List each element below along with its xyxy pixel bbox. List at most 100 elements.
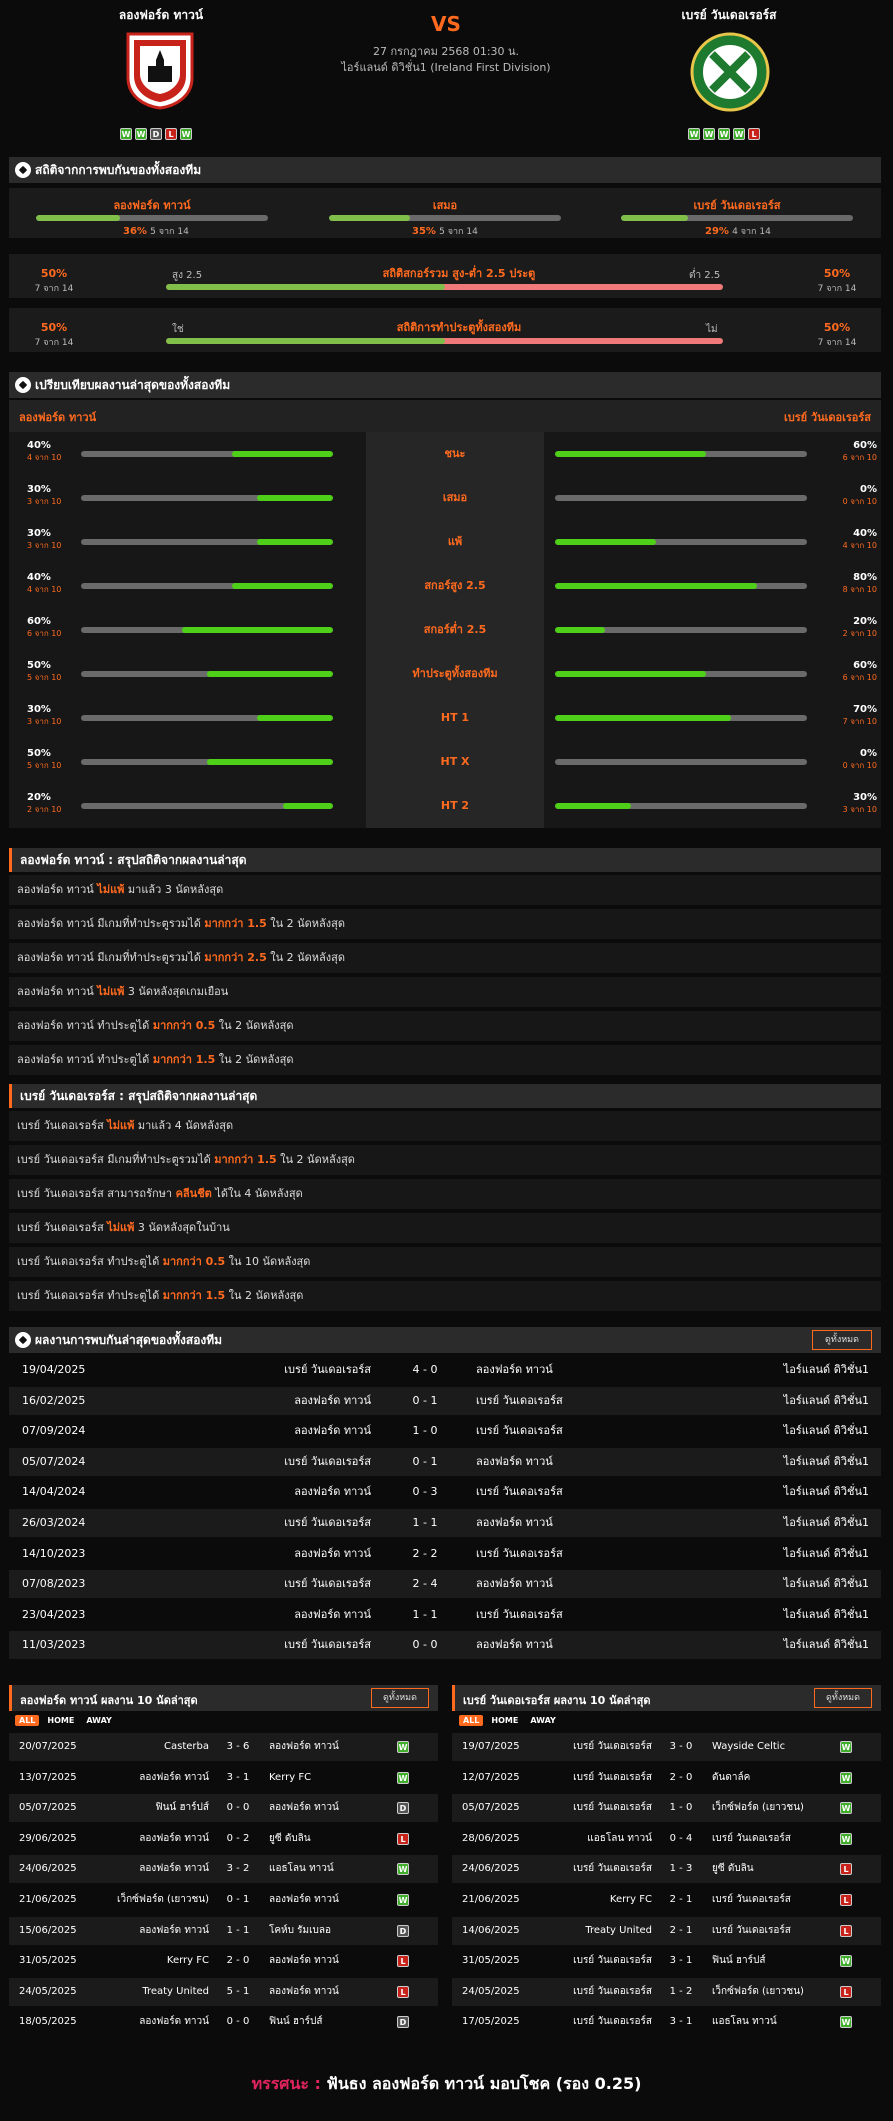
last10-away-team[interactable]: เบรย์ วันเดอเรอร์ส [712,1886,842,1914]
h2h-away-team[interactable]: เบรย์ วันเดอเรอร์ส [476,1540,676,1568]
away-last10-view-all-button[interactable]: ดูทั้งหมด [814,1688,872,1708]
league-name[interactable]: ไอร์แลนด์ ดิวิชั่น1 (Ireland First Divis… [296,58,596,76]
h2h-result-row[interactable]: 26/03/2024 เบรย์ วันเดอเรอร์ส 1 - 1 ลองฟอร์… [9,1509,881,1537]
away-team-name[interactable]: เบรย์ วันเดอเรอร์ส [629,6,829,25]
last10-away-team[interactable]: ยูซี ดับลิน [269,1825,399,1853]
last10-row[interactable]: 20/07/2025 Casterba 3 - 6 ลองฟอร์ด ทาวน์ W [9,1733,438,1761]
last10-row[interactable]: 31/05/2025 Kerry FC 2 - 0 ลองฟอร์ด ทาวน์ L [9,1947,438,1975]
last10-row[interactable]: 13/07/2025 ลองฟอร์ด ทาวน์ 3 - 1 Kerry FC W [9,1764,438,1792]
h2h-home-team[interactable]: ลองฟอร์ด ทาวน์ [184,1478,371,1506]
h2h-home-team[interactable]: เบรย์ วันเดอเรอร์ส [184,1448,371,1476]
home-tab-all[interactable]: ALL [15,1715,40,1726]
last10-home-team[interactable]: Kerry FC [79,1947,209,1975]
last10-row[interactable]: 18/05/2025 ลองฟอร์ด ทาวน์ 0 - 0 ฟินน์ ฮาร์ป… [9,2008,438,2036]
last10-away-team[interactable]: เบรย์ วันเดอเรอร์ส [712,1917,842,1945]
h2h-home-team[interactable]: เบรย์ วันเดอเรอร์ส [184,1356,371,1384]
last10-home-team[interactable]: ลองฟอร์ด ทาวน์ [79,2008,209,2036]
last10-row[interactable]: 28/06/2025 แอธโลน ทาวน์ 0 - 4 เบรย์ วันเดอเ… [452,1825,881,1853]
h2h-away-team[interactable]: ลองฟอร์ด ทาวน์ [476,1631,676,1659]
last10-home-team[interactable]: เบรย์ วันเดอเรอร์ส [522,1947,652,1975]
last10-row[interactable]: 29/06/2025 ลองฟอร์ด ทาวน์ 0 - 2 ยูซี ดับลิน… [9,1825,438,1853]
last10-row[interactable]: 21/06/2025 Kerry FC 2 - 1 เบรย์ วันเดอเรอร์… [452,1886,881,1914]
h2h-away-team[interactable]: เบรย์ วันเดอเรอร์ส [476,1601,676,1629]
last10-home-team[interactable]: เบรย์ วันเดอเรอร์ส [522,1794,652,1822]
h2h-result-row[interactable]: 19/04/2025 เบรย์ วันเดอเรอร์ส 4 - 0 ลองฟอร์… [9,1356,881,1384]
last10-home-team[interactable]: เบรย์ วันเดอเรอร์ส [522,2008,652,2036]
last10-home-team[interactable]: ลองฟอร์ด ทาวน์ [79,1855,209,1883]
h2h-home-team[interactable]: ลองฟอร์ด ทาวน์ [184,1417,371,1445]
h2h-away-team[interactable]: เบรย์ วันเดอเรอร์ส [476,1478,676,1506]
last10-home-team[interactable]: ลองฟอร์ด ทาวน์ [79,1917,209,1945]
last10-away-team[interactable]: เบรย์ วันเดอเรอร์ส [712,1825,842,1853]
h2h-view-all-button[interactable]: ดูทั้งหมด [812,1330,872,1350]
h2h-home-team[interactable]: ลองฟอร์ด ทาวน์ [184,1540,371,1568]
away-tab-all[interactable]: ALL [459,1715,484,1726]
h2h-away-team[interactable]: เบรย์ วันเดอเรอร์ส [476,1387,676,1415]
last10-row[interactable]: 24/06/2025 ลองฟอร์ด ทาวน์ 3 - 2 แอธโลน ทาวน… [9,1855,438,1884]
last10-row[interactable]: 24/06/2025 เบรย์ วันเดอเรอร์ส 1 - 3 ยูซี ดั… [452,1855,881,1884]
h2h-home-team[interactable]: ลองฟอร์ด ทาวน์ [184,1387,371,1415]
h2h-result-row[interactable]: 23/04/2023 ลองฟอร์ด ทาวน์ 1 - 1 เบรย์ วันเด… [9,1601,881,1629]
home-team-name[interactable]: ลองฟอร์ด ทาวน์ [61,6,261,25]
last10-away-team[interactable]: ลองฟอร์ด ทาวน์ [269,1794,399,1822]
last10-row[interactable]: 24/05/2025 เบรย์ วันเดอเรอร์ส 1 - 2 เว็กซ์ฟ… [452,1977,881,2006]
last10-home-team[interactable]: Kerry FC [522,1886,652,1914]
home-last10-view-all-button[interactable]: ดูทั้งหมด [371,1688,429,1708]
h2h-result-row[interactable]: 14/10/2023 ลองฟอร์ด ทาวน์ 2 - 2 เบรย์ วันเด… [9,1540,881,1568]
away-tab-away[interactable]: AWAY [526,1715,560,1726]
last10-row[interactable]: 15/06/2025 ลองฟอร์ด ทาวน์ 1 - 1 โคห์บ รัมเบ… [9,1916,438,1945]
last10-home-team[interactable]: เบรย์ วันเดอเรอร์ส [522,1764,652,1792]
last10-row[interactable]: 05/07/2025 เบรย์ วันเดอเรอร์ส 1 - 0 เว็กซ์ฟ… [452,1794,881,1823]
last10-away-team[interactable]: ฟินน์ ฮาร์ปส์ [712,1947,842,1975]
h2h-away-team[interactable]: ลองฟอร์ด ทาวน์ [476,1570,676,1598]
last10-home-team[interactable]: เบรย์ วันเดอเรอร์ส [522,1855,652,1883]
last10-row[interactable]: 31/05/2025 เบรย์ วันเดอเรอร์ส 3 - 1 ฟินน์ ฮ… [452,1947,881,1975]
h2h-result-row[interactable]: 16/02/2025 ลองฟอร์ด ทาวน์ 0 - 1 เบรย์ วันเด… [9,1386,881,1415]
last10-away-team[interactable]: ลองฟอร์ด ทาวน์ [269,1947,399,1975]
h2h-result-row[interactable]: 14/04/2024 ลองฟอร์ด ทาวน์ 0 - 3 เบรย์ วันเด… [9,1478,881,1506]
last10-home-team[interactable]: เบรย์ วันเดอเรอร์ส [522,1733,652,1761]
h2h-away-team[interactable]: ลองฟอร์ด ทาวน์ [476,1509,676,1537]
last10-away-team[interactable]: Kerry FC [269,1764,399,1792]
last10-home-team[interactable]: ลองฟอร์ด ทาวน์ [79,1764,209,1792]
last10-away-team[interactable]: Wayside Celtic [712,1733,842,1761]
last10-home-team[interactable]: ลองฟอร์ด ทาวน์ [79,1825,209,1853]
last10-away-team[interactable]: ฟินน์ ฮาร์ปส์ [269,2008,399,2036]
last10-home-team[interactable]: Treaty United [522,1917,652,1945]
last10-row[interactable]: 12/07/2025 เบรย์ วันเดอเรอร์ส 2 - 0 ดันดาล์… [452,1764,881,1792]
last10-away-team[interactable]: เว็กซ์ฟอร์ด (เยาวชน) [712,1794,842,1822]
last10-row[interactable]: 21/06/2025 เว็กซ์ฟอร์ด (เยาวชน) 0 - 1 ลองฟอ… [9,1886,438,1914]
h2h-result-row[interactable]: 11/03/2023 เบรย์ วันเดอเรอร์ส 0 - 0 ลองฟอร์… [9,1631,881,1660]
h2h-away-team[interactable]: ลองฟอร์ด ทาวน์ [476,1356,676,1384]
last10-home-team[interactable]: เว็กซ์ฟอร์ด (เยาวชน) [79,1886,209,1914]
last10-away-team[interactable]: แอธโลน ทาวน์ [269,1855,399,1883]
last10-away-team[interactable]: ดันดาล์ค [712,1764,842,1792]
h2h-home-team[interactable]: เบรย์ วันเดอเรอร์ส [184,1631,371,1659]
last10-home-team[interactable]: ฟินน์ ฮาร์ปส์ [79,1794,209,1822]
last10-home-team[interactable]: Treaty United [79,1978,209,2006]
last10-home-team[interactable]: Casterba [79,1733,209,1761]
h2h-home-team[interactable]: ลองฟอร์ด ทาวน์ [184,1601,371,1629]
h2h-result-row[interactable]: 07/09/2024 ลองฟอร์ด ทาวน์ 1 - 0 เบรย์ วันเด… [9,1417,881,1445]
home-tab-away[interactable]: AWAY [82,1715,116,1726]
h2h-home-team[interactable]: เบรย์ วันเดอเรอร์ส [184,1570,371,1598]
h2h-away-team[interactable]: ลองฟอร์ด ทาวน์ [476,1448,676,1476]
last10-away-team[interactable]: เว็กซ์ฟอร์ด (เยาวชน) [712,1978,842,2006]
last10-row[interactable]: 17/05/2025 เบรย์ วันเดอเรอร์ส 3 - 1 แอธโลน … [452,2008,881,2036]
last10-row[interactable]: 19/07/2025 เบรย์ วันเดอเรอร์ส 3 - 0 Wayside… [452,1733,881,1761]
last10-row[interactable]: 05/07/2025 ฟินน์ ฮาร์ปส์ 0 - 0 ลองฟอร์ด ทาว… [9,1794,438,1823]
away-tab-home[interactable]: HOME [487,1715,522,1726]
last10-away-team[interactable]: ลองฟอร์ด ทาวน์ [269,1886,399,1914]
h2h-result-row[interactable]: 05/07/2024 เบรย์ วันเดอเรอร์ส 0 - 1 ลองฟอร์… [9,1447,881,1476]
h2h-result-row[interactable]: 07/08/2023 เบรย์ วันเดอเรอร์ส 2 - 4 ลองฟอร์… [9,1570,881,1599]
last10-away-team[interactable]: ลองฟอร์ด ทาวน์ [269,1978,399,2006]
last10-row[interactable]: 14/06/2025 Treaty United 2 - 1 เบรย์ วันเดอ… [452,1916,881,1945]
last10-away-team[interactable]: ลองฟอร์ด ทาวน์ [269,1733,399,1761]
home-tab-home[interactable]: HOME [43,1715,78,1726]
last10-home-team[interactable]: แอธโลน ทาวน์ [522,1825,652,1853]
h2h-home-team[interactable]: เบรย์ วันเดอเรอร์ส [184,1509,371,1537]
last10-row[interactable]: 24/05/2025 Treaty United 5 - 1 ลองฟอร์ด ทาว… [9,1977,438,2006]
last10-away-team[interactable]: โคห์บ รัมเบลอ [269,1917,399,1945]
h2h-away-team[interactable]: เบรย์ วันเดอเรอร์ส [476,1417,676,1445]
last10-away-team[interactable]: แอธโลน ทาวน์ [712,2008,842,2036]
